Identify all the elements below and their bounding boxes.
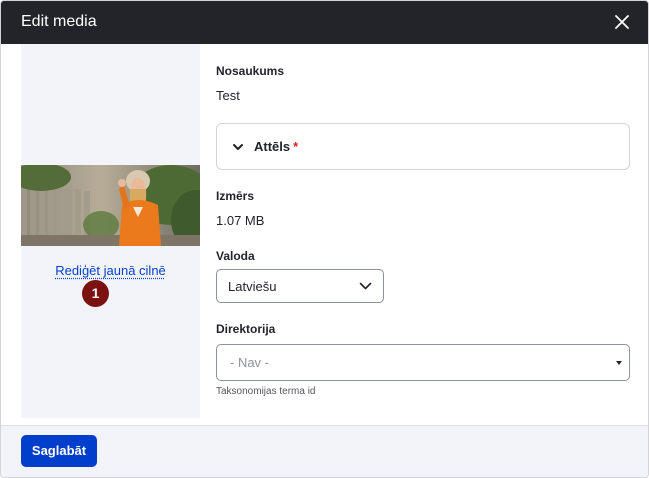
image-section-title: Attēls [254,139,291,154]
close-icon[interactable] [612,12,632,32]
language-selected-value: Latviešu [228,279,277,294]
dialog-footer: Saglabāt [1,425,648,477]
image-section-label: Attēls * [254,139,298,154]
size-label: Izmērs [216,189,255,203]
directory-label: Direktorija [216,322,276,336]
dialog-title: Edit media [21,13,97,30]
media-preview-image [21,165,200,246]
edit-media-dialog: Edit media Rediģēt jaunā cilnē 1 Nosauku… [0,0,649,478]
directory-help-text: Taksonomijas terma id [216,386,316,397]
directory-selected-value: - Nav - [230,355,269,370]
step-badge: 1 [82,280,109,307]
directory-select[interactable]: - Nav - [216,344,630,381]
caret-down-icon [616,361,622,365]
name-value: Test [216,88,240,103]
chevron-down-icon [359,282,372,290]
language-select[interactable]: Latviešu [216,269,384,303]
required-marker: * [293,139,299,154]
image-section-toggle[interactable]: Attēls * [216,123,630,170]
language-label: Valoda [216,249,255,263]
media-preview-panel: Rediģēt jaunā cilnē 1 [21,44,200,418]
chevron-down-icon [233,144,243,150]
save-button[interactable]: Saglabāt [21,435,97,467]
edit-in-new-tab-link[interactable]: Rediģēt jaunā cilnē [21,263,200,278]
dialog-titlebar: Edit media [1,1,648,44]
size-value: 1.07 MB [216,213,265,228]
name-label: Nosaukums [216,64,285,78]
